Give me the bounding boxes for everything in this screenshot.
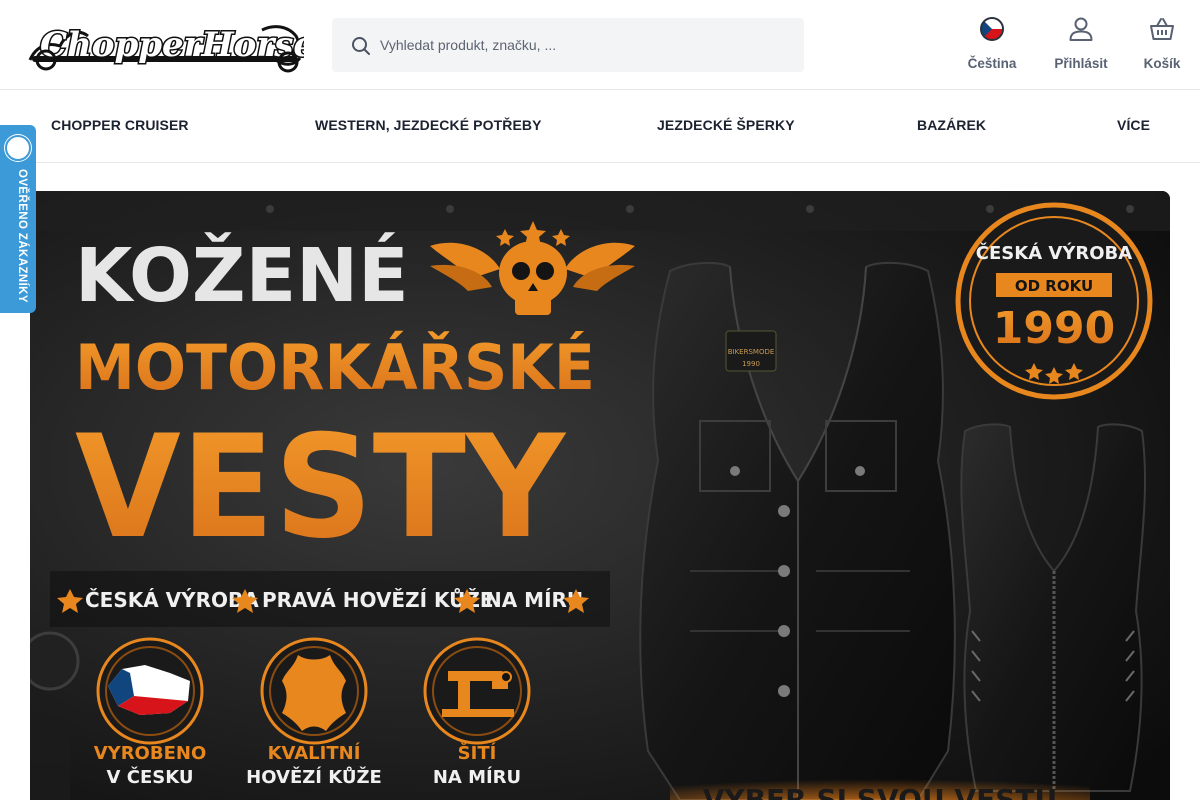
seal-top-text: ČESKÁ VÝROBA bbox=[976, 242, 1132, 264]
heureka-seal-icon bbox=[5, 135, 31, 161]
icon-caption-vyrobeno: VYROBENO bbox=[94, 743, 207, 764]
features-strip: ČESKÁ VÝROBA PRAVÁ HOVĚZÍ KŮŽE NA MÍRU bbox=[50, 571, 610, 627]
headline-motorkarske: MOTORKÁŘSKÉ bbox=[75, 331, 595, 404]
seal-od-roku: OD ROKU bbox=[1015, 277, 1093, 295]
icon-caption-siti: ŠITÍ bbox=[458, 742, 497, 764]
icon-caption-v-cesku: V ČESKU bbox=[107, 766, 194, 788]
nav-item-western[interactable]: WESTERN, JEZDECKÉ POTŘEBY bbox=[315, 117, 542, 133]
verified-badge-text: OVĚŘENO ZÁKAZNÍKY bbox=[16, 169, 28, 303]
nav-item-bazarek[interactable]: BAZÁREK bbox=[917, 117, 986, 133]
language-label: Čeština bbox=[967, 56, 1017, 71]
cta-text[interactable]: VYBER SI SVOU VESTU bbox=[703, 783, 1057, 800]
site-header: ChopperHorse Čeština Přihlásit Koš bbox=[0, 0, 1200, 90]
hero-banner[interactable]: KOŽENÉ MOTORKÁŘSKÉ VESTY ČESKÁ VÝROBA PR… bbox=[30, 191, 1170, 800]
ceska-vyroba-seal: ČESKÁ VÝROBA OD ROKU 1990 bbox=[955, 202, 1153, 400]
user-icon bbox=[1066, 14, 1096, 44]
language-selector[interactable]: Čeština bbox=[962, 14, 1022, 80]
headline-vesty: VESTY bbox=[75, 405, 567, 570]
login-button[interactable]: Přihlásit bbox=[1049, 14, 1113, 80]
login-label: Přihlásit bbox=[1054, 56, 1108, 71]
icon-caption-na-miru: NA MÍRU bbox=[433, 766, 521, 788]
vest-label-brand: BIKERSMODE bbox=[728, 348, 775, 356]
search-input[interactable] bbox=[380, 18, 790, 72]
icon-caption-hovezi-kuze: HOVĚZÍ KŮŽE bbox=[246, 765, 382, 788]
main-navigation: CHOPPER CRUISER WESTERN, JEZDECKÉ POTŘEB… bbox=[0, 91, 1200, 163]
brand-logo[interactable]: ChopperHorse bbox=[26, 16, 304, 74]
czech-flag-icon bbox=[977, 14, 1007, 44]
svg-text:ChopperHorse: ChopperHorse bbox=[40, 25, 304, 65]
nav-item-chopper-cruiser[interactable]: CHOPPER CRUISER bbox=[51, 117, 189, 133]
vest-label-year: 1990 bbox=[742, 360, 760, 368]
basket-icon bbox=[1147, 14, 1177, 44]
nav-item-vice[interactable]: VÍCE bbox=[1117, 117, 1150, 133]
nav-item-jezdecke-sperky[interactable]: JEZDECKÉ ŠPERKY bbox=[657, 117, 795, 133]
feature-ceska-vyroba: ČESKÁ VÝROBA bbox=[85, 588, 259, 612]
headline-kozene: KOŽENÉ bbox=[75, 231, 409, 319]
cart-label: Košík bbox=[1143, 56, 1181, 71]
search-icon[interactable] bbox=[350, 35, 372, 57]
cart-button[interactable]: Košík bbox=[1138, 14, 1186, 80]
verified-by-customers-badge[interactable]: OVĚŘENO ZÁKAZNÍKY bbox=[0, 125, 36, 313]
icon-caption-kvalitni: KVALITNÍ bbox=[268, 742, 361, 764]
seal-year: 1990 bbox=[993, 303, 1115, 354]
search-bar[interactable] bbox=[332, 18, 804, 72]
